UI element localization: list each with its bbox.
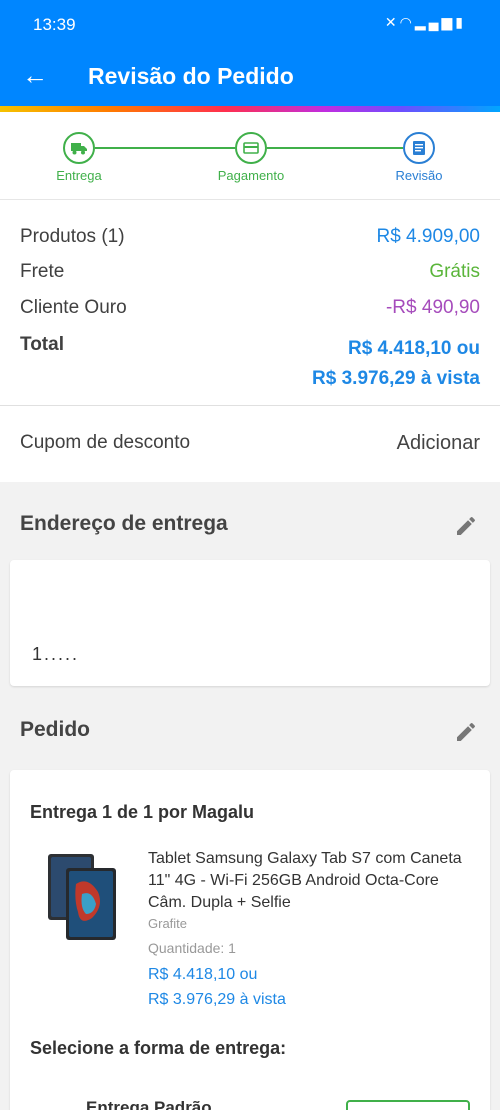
product-quantity: Quantidade: 1 — [148, 940, 236, 956]
status-icons: ✕◠▂▄▆▮ — [385, 14, 466, 31]
products-label: Produtos (1) — [20, 226, 125, 247]
products-value: R$ 4.909,00 — [376, 226, 480, 247]
step-connector — [95, 147, 235, 149]
truck-icon — [71, 143, 87, 155]
shipping-option-label: Entrega Padrão — [86, 1098, 212, 1110]
delivery-title: Entrega 1 de 1 por Magalu — [30, 802, 255, 822]
product-price-cash: R$ 3.976,29 à vista — [148, 991, 286, 1008]
total-label: Total — [20, 334, 64, 355]
status-time: 13:39 — [33, 15, 76, 34]
checkout-steps: Entrega Pagamento Revisão — [0, 112, 500, 200]
step-label-delivery: Entrega — [56, 168, 102, 183]
address-card: 1..... — [10, 560, 490, 686]
step-payment[interactable] — [235, 132, 267, 164]
gold-client-label: Cliente Ouro — [20, 297, 127, 318]
order-summary: Produtos (1) R$ 4.909,00 Frete Grátis Cl… — [0, 200, 500, 406]
battery-icon: ▮ — [455, 14, 466, 30]
product-name[interactable]: Tablet Samsung Galaxy Tab S7 com Caneta … — [148, 848, 468, 914]
summary-row-gold: Cliente Ouro -R$ 490,90 — [20, 297, 480, 323]
back-arrow-icon[interactable]: ← — [22, 60, 48, 91]
order-card: Entrega 1 de 1 por Magalu Tablet Samsung… — [10, 770, 490, 1110]
coupon-row[interactable]: Cupom de desconto Adicionar — [0, 406, 500, 482]
shipping-value: Grátis — [429, 261, 480, 282]
step-connector — [267, 147, 403, 149]
step-review[interactable] — [403, 132, 435, 164]
product-image — [48, 854, 116, 940]
product-color: Grafite — [148, 916, 188, 931]
total-value: R$ 4.418,10 ou R$ 3.976,29 à vista — [312, 334, 480, 394]
edit-address-icon[interactable] — [454, 514, 478, 538]
document-icon — [413, 141, 425, 155]
product-price: R$ 4.418,10 ou R$ 3.976,29 à vista — [148, 962, 286, 1012]
step-delivery[interactable] — [63, 132, 95, 164]
app-bar: ← Revisão do Pedido — [0, 48, 500, 108]
product-price-installment: R$ 4.418,10 ou — [148, 966, 258, 983]
address-zip: 1..... — [32, 644, 80, 664]
page-title: Revisão do Pedido — [88, 63, 294, 89]
wifi-icon: ◠ — [399, 14, 415, 30]
address-section-title: Endereço de entrega — [20, 512, 228, 535]
add-coupon-button[interactable]: Adicionar — [397, 432, 480, 455]
shipping-label: Frete — [20, 261, 65, 282]
step-label-payment: Pagamento — [217, 168, 285, 183]
summary-row-products: Produtos (1) R$ 4.909,00 — [20, 226, 480, 252]
step-label-review: Revisão — [395, 168, 443, 183]
summary-row-shipping: Frete Grátis — [20, 261, 480, 287]
total-installment: R$ 4.418,10 ou — [347, 338, 480, 359]
total-cash: R$ 3.976,29 à vista — [312, 368, 480, 389]
signal-icon: ▂▄▆ — [414, 14, 456, 30]
shipping-option-button[interactable] — [346, 1100, 470, 1110]
card-icon — [243, 142, 259, 154]
gold-client-value: -R$ 490,90 — [385, 297, 480, 318]
edit-order-icon[interactable] — [454, 720, 478, 744]
mute-icon: ✕ — [384, 14, 400, 30]
coupon-label: Cupom de desconto — [20, 432, 191, 453]
shipping-select-title: Selecione a forma de entrega: — [30, 1038, 287, 1058]
order-section-title: Pedido — [20, 718, 91, 741]
status-bar: 13:39 ✕◠▂▄▆▮ — [0, 0, 500, 48]
